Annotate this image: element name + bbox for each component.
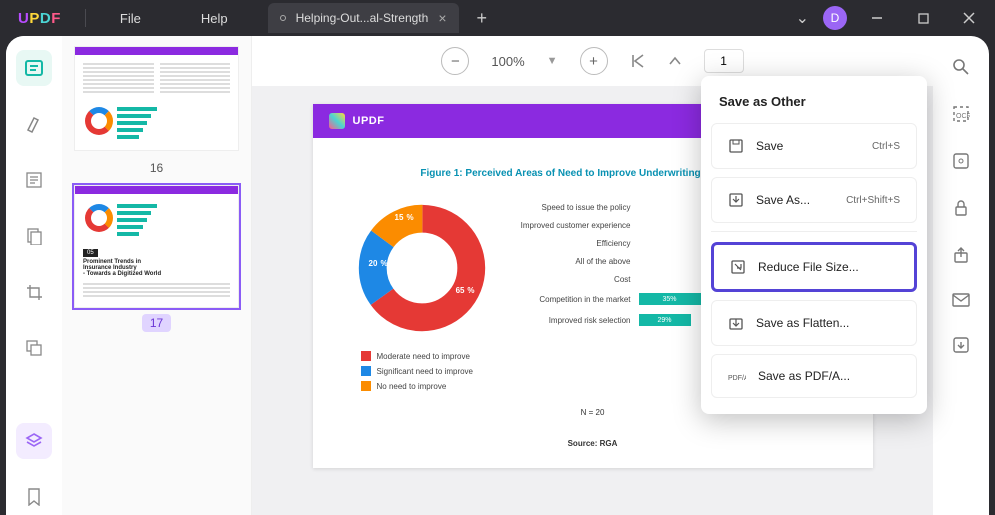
- thumbnail-label: 16: [74, 157, 239, 185]
- popup-reduce-file-size[interactable]: Reduce File Size...: [711, 242, 917, 292]
- document-tab[interactable]: Helping-Out...al-Strength ×: [268, 3, 459, 33]
- menu-help[interactable]: Help: [171, 11, 258, 26]
- bookmark-icon[interactable]: [16, 479, 52, 515]
- popup-save-flatten[interactable]: Save as Flatten...: [711, 300, 917, 346]
- share-icon[interactable]: [952, 246, 970, 269]
- right-tool-rail: OCR: [933, 36, 989, 515]
- chevron-down-icon[interactable]: ⌄: [796, 8, 809, 28]
- mail-icon[interactable]: [952, 293, 970, 312]
- organize-pages-icon[interactable]: [16, 218, 52, 254]
- thumbnail-panel: 16 05 Prominent Trends inInsurance Indus…: [62, 36, 252, 515]
- close-button[interactable]: [953, 2, 985, 34]
- user-avatar[interactable]: D: [823, 6, 847, 30]
- titlebar: UPDF File Help Helping-Out...al-Strength…: [0, 0, 995, 36]
- donut-value-65: 65: [456, 286, 465, 295]
- protect-icon[interactable]: [952, 199, 970, 222]
- layers-icon[interactable]: [16, 423, 52, 459]
- tab-close-button[interactable]: ×: [438, 10, 446, 26]
- new-tab-button[interactable]: +: [477, 8, 488, 29]
- first-page-icon[interactable]: [630, 53, 646, 69]
- thumbnail-page-16[interactable]: [74, 46, 239, 151]
- search-icon[interactable]: [952, 58, 970, 81]
- maximize-button[interactable]: [907, 2, 939, 34]
- form-icon[interactable]: [952, 152, 970, 175]
- popup-save-pdfa[interactable]: PDF/A Save as PDF/A...: [711, 354, 917, 398]
- donut-value-15: 15: [395, 213, 404, 222]
- popup-save-as[interactable]: Save As...Ctrl+Shift+S: [711, 177, 917, 223]
- reader-mode-icon[interactable]: [16, 50, 52, 86]
- menu-file[interactable]: File: [90, 11, 171, 26]
- edit-text-icon[interactable]: [16, 162, 52, 198]
- zoom-in-button[interactable]: +: [580, 47, 608, 75]
- thumbnail-label-current: 17: [142, 314, 171, 332]
- left-tool-rail: [6, 36, 62, 515]
- page-brand-text: UPDF: [353, 115, 385, 127]
- highlight-icon[interactable]: [16, 106, 52, 142]
- page-number-input[interactable]: [704, 49, 744, 73]
- prev-page-icon[interactable]: [668, 54, 682, 68]
- popup-title: Save as Other: [701, 86, 927, 123]
- app-logo: UPDF: [0, 10, 79, 27]
- minimize-button[interactable]: [861, 2, 893, 34]
- svg-text:PDF/A: PDF/A: [728, 375, 746, 382]
- crop-icon[interactable]: [16, 274, 52, 310]
- tab-status-icon: [280, 15, 286, 21]
- popup-save[interactable]: SaveCtrl+S: [711, 123, 917, 169]
- donut-value-20: 20: [369, 259, 378, 268]
- zoom-dropdown-icon[interactable]: ▼: [547, 55, 558, 67]
- svg-text:OCR: OCR: [956, 113, 970, 120]
- copy-icon[interactable]: [16, 330, 52, 366]
- page-brand-icon: [329, 113, 345, 129]
- save-as-other-popup: Save as Other SaveCtrl+S Save As...Ctrl+…: [701, 76, 927, 414]
- export-icon[interactable]: [952, 336, 970, 359]
- donut-chart: 65% 20% 15%: [357, 203, 487, 333]
- thumbnail-page-17[interactable]: 05 Prominent Trends inInsurance Industry…: [74, 185, 239, 308]
- divider: [85, 9, 86, 27]
- chart-legend: Moderate need to improve Significant nee…: [361, 351, 474, 396]
- source-label: Source: RGA: [331, 439, 855, 448]
- tab-title: Helping-Out...al-Strength: [296, 11, 429, 25]
- zoom-out-button[interactable]: −: [441, 47, 469, 75]
- zoom-percent: 100%: [491, 54, 524, 69]
- ocr-icon[interactable]: OCR: [952, 105, 970, 128]
